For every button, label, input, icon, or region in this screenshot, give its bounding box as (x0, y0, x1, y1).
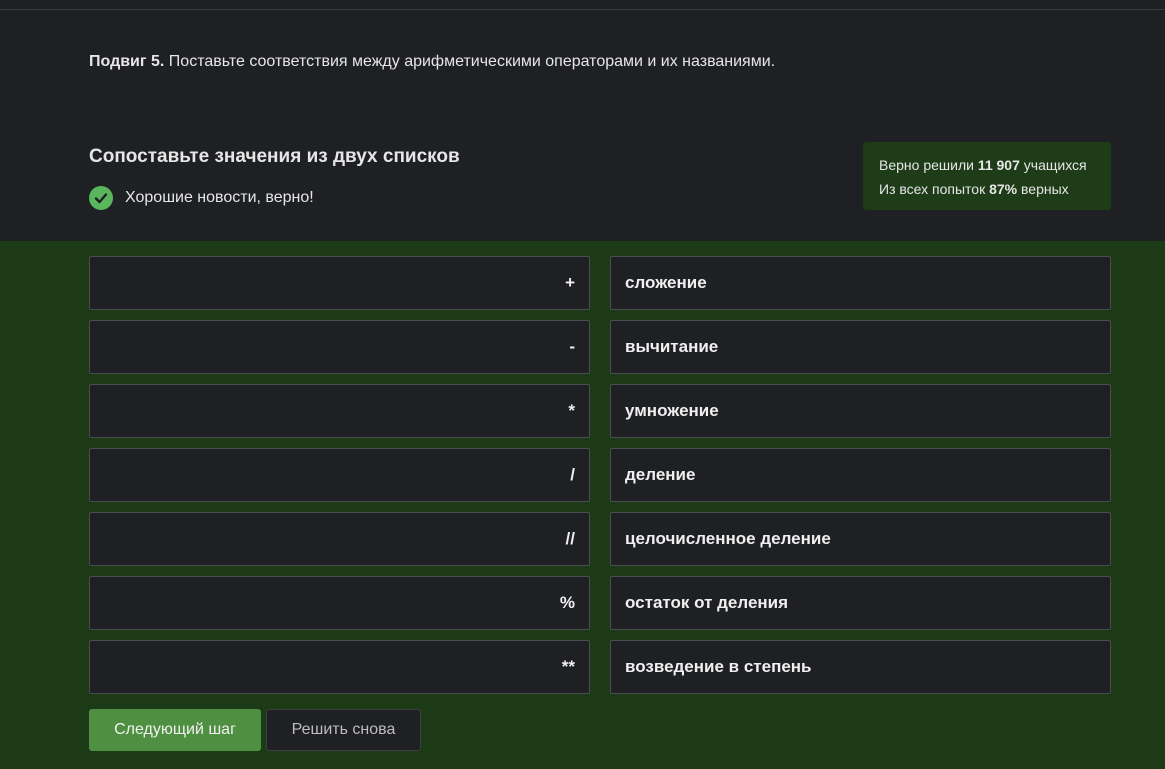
operator-name: сложение (610, 256, 1111, 310)
match-row: - вычитание (89, 320, 1111, 374)
operator-name: умножение (610, 384, 1111, 438)
task-description: Подвиг 5. Поставьте соответствия между а… (89, 53, 775, 71)
operator-option[interactable]: / (89, 448, 590, 502)
match-row: % остаток от деления (89, 576, 1111, 630)
match-row: / деление (89, 448, 1111, 502)
match-row: + сложение (89, 256, 1111, 310)
operator-option[interactable]: * (89, 384, 590, 438)
stats-solved-suffix: учащихся (1023, 157, 1087, 173)
operator-option[interactable]: - (89, 320, 590, 374)
operator-option[interactable]: ** (89, 640, 590, 694)
task-prefix: Подвиг 5. (89, 53, 165, 70)
operator-name: вычитание (610, 320, 1111, 374)
next-step-button[interactable]: Следующий шаг (89, 709, 261, 751)
stats-solved-count: 11 907 (977, 157, 1020, 173)
stats-attempts-percent: 87% (989, 181, 1018, 197)
operator-name: возведение в степень (610, 640, 1111, 694)
operator-option[interactable]: // (89, 512, 590, 566)
match-row: // целочисленное деление (89, 512, 1111, 566)
solve-again-button[interactable]: Решить снова (266, 709, 421, 751)
stats-panel: Верно решили 11 907 учащихся Из всех поп… (863, 142, 1111, 210)
stats-attempts-suffix: верных (1021, 181, 1069, 197)
stats-solved: Верно решили 11 907 учащихся (879, 153, 1095, 177)
task-text: Поставьте соответствия между арифметичес… (168, 53, 776, 70)
operator-name: целочисленное деление (610, 512, 1111, 566)
feedback-text: Хорошие новости, верно! (125, 188, 314, 206)
stats-solved-label: Верно решили (879, 157, 974, 173)
match-row: * умножение (89, 384, 1111, 438)
match-row: ** возведение в степень (89, 640, 1111, 694)
quiz-title: Сопоставьте значения из двух списков (89, 146, 460, 167)
check-circle-icon (89, 185, 113, 210)
operator-name: деление (610, 448, 1111, 502)
operator-option[interactable]: % (89, 576, 590, 630)
stats-attempts: Из всех попыток 87% верных (879, 177, 1095, 201)
feedback-message: Хорошие новости, верно! (89, 185, 314, 210)
stats-attempts-label: Из всех попыток (879, 181, 986, 197)
operator-name: остаток от деления (610, 576, 1111, 630)
operator-option[interactable]: + (89, 256, 590, 310)
